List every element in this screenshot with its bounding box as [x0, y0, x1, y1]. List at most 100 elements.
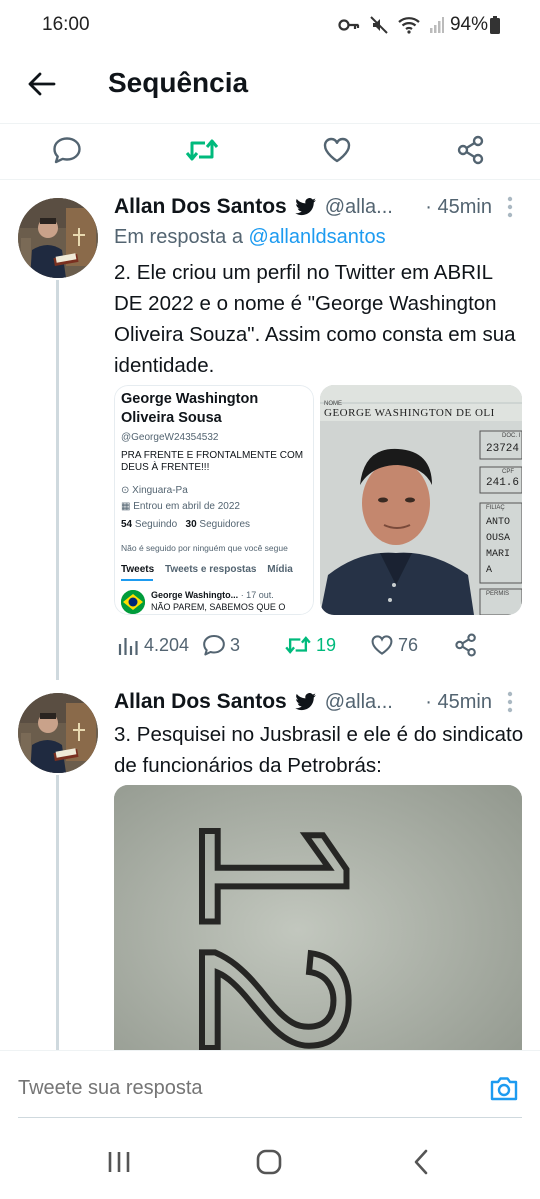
twitter-bird-icon	[294, 693, 317, 711]
share-icon	[455, 633, 476, 657]
avatar[interactable]	[18, 693, 98, 773]
card-followers-label: Seguidores	[199, 519, 251, 530]
app-header: Sequência	[0, 50, 540, 124]
twitter-bird-icon	[294, 198, 317, 216]
tweet-header: Allan Dos Santos @alla... · 45min	[114, 687, 522, 717]
more-vertical-icon	[507, 196, 513, 218]
tweet-media[interactable]: George Washington Oliveira Sousa @George…	[114, 385, 522, 615]
status-icons: 94%	[338, 14, 500, 36]
calendar-icon: ▦	[121, 501, 131, 512]
retweet-button[interactable]	[182, 130, 222, 170]
card-profile-name: George Washington Oliveira Sousa	[121, 391, 259, 426]
status-time: 16:00	[42, 14, 90, 35]
author-handle[interactable]: @alla...	[325, 196, 393, 219]
tweet[interactable]: Allan Dos Santos @alla... · 45min 3. Pes…	[0, 675, 540, 1075]
like-button[interactable]	[317, 130, 357, 170]
reply-button[interactable]	[47, 130, 87, 170]
retweet-icon	[285, 636, 311, 654]
reply-prefix: Em resposta a	[114, 226, 243, 248]
camera-button[interactable]	[488, 1073, 520, 1105]
retweet-icon	[185, 139, 219, 161]
document-closeup-text: 120	[154, 812, 395, 1075]
card-not-followed: Não é seguido por ninguém que você segue	[121, 543, 288, 553]
brazil-flag-icon	[121, 590, 145, 614]
camera-icon	[490, 1077, 518, 1101]
card-profile-location: ⊙ Xinguara-Pa	[121, 485, 188, 496]
tweet-time[interactable]: · 45min	[425, 196, 492, 219]
reply-icon	[53, 137, 81, 164]
card-tweet-row: George Washingto... · 17 out. NÃO PAREM,…	[121, 588, 313, 614]
more-options-button[interactable]	[498, 194, 522, 220]
share-button[interactable]	[454, 627, 478, 663]
card-row-time: · 17 out.	[240, 590, 274, 600]
recent-apps-icon	[108, 1152, 130, 1172]
author-name[interactable]: Allan Dos Santos	[114, 690, 287, 714]
reply-context: Em resposta a @allanldsantos	[114, 226, 386, 249]
id-doc-label: DOC. I	[502, 433, 521, 439]
home-icon	[256, 1149, 282, 1175]
card-tab-underline	[121, 579, 153, 581]
tweet-text: 2. Ele criou um perfil no Twitter em ABR…	[114, 261, 516, 377]
tweet-time[interactable]: · 45min	[425, 691, 492, 714]
heart-icon	[323, 137, 351, 163]
tweet-text: 3. Pesquisei no Jusbrasil e ele é do sin…	[114, 723, 524, 777]
like-button[interactable]: 76	[370, 627, 418, 663]
recent-apps-button[interactable]	[101, 1146, 137, 1178]
system-back-button[interactable]	[403, 1146, 439, 1178]
card-location-text: Xinguara-Pa	[132, 485, 188, 496]
page-title: Sequência	[108, 67, 249, 98]
card-tabs: Tweets Tweets e respostas Mídia	[121, 564, 313, 575]
card-tab: Tweets e respostas	[164, 564, 257, 575]
id-name-value: GEORGE WASHINGTON DE OLI	[324, 407, 495, 419]
views-button[interactable]: 4.204	[118, 627, 189, 663]
card-profile-follows: 54 Seguindo 30 Seguidores	[121, 519, 250, 530]
home-button[interactable]	[251, 1146, 287, 1178]
retweet-button[interactable]: 19	[284, 627, 336, 663]
back-button[interactable]	[24, 66, 60, 102]
card-following-label: Seguindo	[134, 519, 178, 530]
profile-screenshot-image[interactable]: George Washington Oliveira Sousa @George…	[114, 385, 314, 615]
thread-line	[56, 280, 59, 680]
tweet-header: Allan Dos Santos @alla... · 45min	[114, 192, 522, 222]
card-followers-count: 30	[185, 519, 197, 530]
reply-composer	[0, 1050, 540, 1124]
reply-count: 3	[230, 634, 241, 655]
chevron-left-icon	[414, 1149, 428, 1175]
battery-level: 94%	[449, 14, 488, 35]
card-joined-text: Entrou em abril de 2022	[133, 501, 240, 512]
avatar[interactable]	[18, 198, 98, 278]
status-bar: 16:00 94%	[0, 0, 540, 50]
reply-button[interactable]: 3	[202, 627, 240, 663]
card-row-name-text: George Washingto...	[151, 590, 239, 600]
share-icon	[457, 135, 484, 165]
card-tab: Tweets	[121, 564, 155, 575]
mute-icon	[370, 16, 388, 34]
like-count: 76	[398, 634, 419, 655]
id-document-photo[interactable]: NOME GEORGE WASHINGTON DE OLI DOC. I 237…	[320, 385, 522, 615]
id-filiacao-lines: ANTO OUSA MARI A	[486, 515, 510, 579]
reply-input[interactable]	[18, 1077, 438, 1100]
key-icon	[338, 18, 360, 32]
thread-line	[56, 775, 59, 1050]
share-button[interactable]	[451, 130, 491, 170]
retweet-count: 19	[316, 634, 337, 655]
author-handle[interactable]: @alla...	[325, 691, 393, 714]
id-permis-label: PERMIS	[486, 591, 510, 597]
card-profile-bio: PRA FRENTE E FRONTALMENTE COM DEUS À FRE…	[121, 450, 304, 473]
card-row-name: George Washingto... · 17 out.	[151, 590, 274, 600]
card-profile-joined: ▦ Entrou em abril de 2022	[121, 501, 240, 512]
id-doc-value: 23724	[486, 443, 520, 455]
tweet[interactable]: Allan Dos Santos @alla... · 45min Em res…	[0, 180, 540, 680]
signal-icon	[429, 17, 444, 33]
reply-handle-link[interactable]: @allanldsantos	[249, 226, 386, 248]
views-count: 4.204	[144, 634, 190, 655]
card-row-text: NÃO PAREM, SABEMOS QUE O	[151, 602, 286, 612]
reply-icon	[203, 634, 225, 656]
card-tab: Mídia	[267, 564, 293, 575]
arrow-left-icon	[28, 72, 56, 96]
more-options-button[interactable]	[498, 689, 522, 715]
document-closeup-image[interactable]: 120	[114, 785, 522, 1075]
id-filiacao-label: FILIAÇ	[486, 505, 505, 511]
battery-icon	[490, 16, 500, 34]
author-name[interactable]: Allan Dos Santos	[114, 195, 287, 219]
